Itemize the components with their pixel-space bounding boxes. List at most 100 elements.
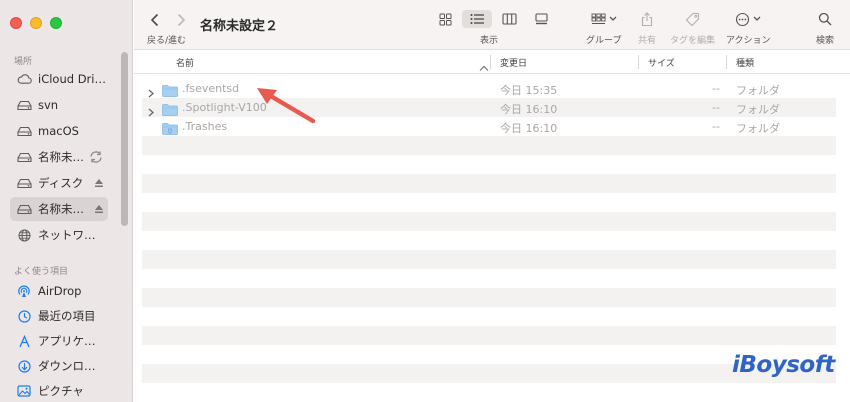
list-icon bbox=[470, 14, 484, 24]
sidebar-item-label: svn bbox=[38, 98, 59, 112]
column-divider[interactable] bbox=[490, 55, 491, 69]
empty-row bbox=[142, 212, 836, 231]
sidebar-item-untitled-1[interactable]: 名称未… bbox=[10, 145, 108, 169]
grid-icon bbox=[439, 13, 451, 25]
edit-tags-label: タグを編集 bbox=[670, 36, 716, 46]
sidebar-item-recents[interactable]: 最近の項目 bbox=[10, 304, 108, 328]
empty-row bbox=[142, 288, 836, 307]
sidebar-item-label: 名称未… bbox=[38, 202, 84, 216]
share-button[interactable]: 共有 bbox=[638, 10, 656, 46]
eject-icon[interactable] bbox=[94, 204, 104, 214]
file-size: -- bbox=[712, 101, 720, 114]
sidebar-item-label: ピクチャ bbox=[38, 384, 84, 398]
drive-icon bbox=[16, 202, 32, 216]
watermark-logo: iBoysoft bbox=[732, 352, 835, 378]
close-button[interactable] bbox=[10, 17, 22, 29]
sidebar-item-label: ダウンロ… bbox=[38, 359, 96, 373]
photo-icon bbox=[16, 384, 32, 398]
eject-icon[interactable] bbox=[94, 178, 104, 188]
sidebar-item-applications[interactable]: アプリケ… bbox=[10, 329, 108, 353]
file-kind: フォルダ bbox=[736, 84, 780, 97]
sidebar-item-disk[interactable]: ディスク bbox=[10, 171, 108, 195]
search-label: 検索 bbox=[816, 36, 835, 46]
action-button[interactable]: アクション bbox=[726, 10, 771, 46]
view-mode-group bbox=[430, 10, 556, 28]
file-name: .Trashes bbox=[182, 120, 228, 133]
file-kind: フォルダ bbox=[736, 103, 780, 116]
sidebar-item-label: ネットワ… bbox=[38, 228, 96, 242]
column-divider[interactable] bbox=[726, 55, 727, 69]
airdrop-icon bbox=[16, 284, 32, 298]
sort-chevron-icon[interactable] bbox=[479, 57, 489, 76]
sidebar-item-label: 最近の項目 bbox=[38, 309, 96, 323]
sidebar-item-label: ディスク bbox=[38, 176, 84, 190]
edit-tags-button[interactable]: タグを編集 bbox=[670, 10, 715, 46]
empty-row bbox=[142, 326, 836, 345]
table-row[interactable]: .Trashes 今日 16:10 -- フォルダ bbox=[142, 117, 836, 136]
window-title: 名称未設定２ bbox=[200, 19, 279, 34]
sidebar-item-label: アプリケ… bbox=[38, 334, 96, 348]
empty-row bbox=[142, 174, 836, 193]
column-name[interactable]: 名前 bbox=[176, 56, 194, 69]
column-modified[interactable]: 変更日 bbox=[500, 56, 527, 69]
clock-icon bbox=[16, 309, 32, 323]
sidebar-scrollbar[interactable] bbox=[121, 52, 128, 226]
chevron-down-icon bbox=[609, 16, 617, 21]
view-label: 表示 bbox=[480, 36, 499, 46]
share-label: 共有 bbox=[638, 36, 657, 46]
file-name: .Spotlight-V100 bbox=[182, 101, 267, 114]
group-button[interactable]: グループ bbox=[586, 10, 621, 46]
file-name: .fseventsd bbox=[182, 82, 240, 95]
table-row[interactable]: .fseventsd 今日 15:35 -- フォルダ bbox=[142, 79, 836, 98]
apps-icon bbox=[16, 334, 32, 348]
sidebar-item-airdrop[interactable]: AirDrop bbox=[10, 279, 108, 303]
column-view-button[interactable] bbox=[494, 10, 524, 28]
search-button[interactable]: 検索 bbox=[816, 10, 834, 46]
sidebar-item-downloads[interactable]: ダウンロ… bbox=[10, 354, 108, 378]
file-list: 名前 変更日 サイズ 種類 .fseventsd 今日 15:35 -- フォル… bbox=[134, 50, 850, 402]
file-size: -- bbox=[712, 82, 720, 95]
file-modified: 今日 16:10 bbox=[500, 122, 558, 135]
forward-button[interactable] bbox=[175, 12, 187, 27]
minimize-button[interactable] bbox=[30, 17, 42, 29]
gallery-view-button[interactable] bbox=[526, 10, 556, 28]
tag-icon bbox=[685, 12, 700, 26]
download-icon bbox=[16, 359, 32, 373]
drive-icon bbox=[16, 124, 32, 138]
sidebar: 場所 iCloud Dri… svn macOS 名称未… ディスク 名称未… … bbox=[0, 0, 133, 402]
nav-buttons bbox=[149, 12, 187, 27]
empty-row bbox=[142, 250, 836, 269]
sync-icon bbox=[88, 150, 104, 164]
list-view-button[interactable] bbox=[462, 10, 492, 28]
file-modified: 今日 16:10 bbox=[500, 103, 558, 116]
file-size: -- bbox=[712, 120, 720, 133]
drive-icon bbox=[16, 176, 32, 190]
sidebar-item-network[interactable]: ネットワ… bbox=[10, 223, 108, 247]
zoom-button[interactable] bbox=[50, 17, 62, 29]
sidebar-item-label: macOS bbox=[38, 124, 79, 138]
sidebar-item-svn[interactable]: svn bbox=[10, 93, 108, 117]
sidebar-item-label: iCloud Dri… bbox=[38, 72, 106, 86]
share-icon bbox=[641, 11, 653, 26]
column-header: 名前 変更日 サイズ 種類 bbox=[134, 50, 850, 74]
sidebar-item-untitled-2[interactable]: 名称未… bbox=[10, 197, 108, 221]
back-button[interactable] bbox=[149, 12, 161, 27]
column-kind[interactable]: 種類 bbox=[736, 56, 754, 69]
gallery-icon bbox=[534, 13, 548, 25]
sidebar-item-label: 名称未… bbox=[38, 150, 84, 164]
toolbar: 戻る/進む 名称未設定２ 表示 グループ 共有 タグを編集 アクション 検索 bbox=[134, 0, 850, 50]
columns-icon bbox=[501, 13, 517, 25]
sidebar-item-icloud[interactable]: iCloud Dri… bbox=[10, 67, 108, 91]
sidebar-section-favorites: よく使う項目 bbox=[14, 267, 69, 277]
drive-icon bbox=[16, 150, 32, 164]
table-row[interactable]: .Spotlight-V100 今日 16:10 -- フォルダ bbox=[142, 98, 836, 117]
file-kind: フォルダ bbox=[736, 122, 780, 135]
column-size[interactable]: サイズ bbox=[648, 56, 675, 69]
column-divider[interactable] bbox=[638, 55, 639, 69]
sidebar-item-pictures[interactable]: ピクチャ bbox=[10, 379, 108, 402]
sidebar-item-macos[interactable]: macOS bbox=[10, 119, 108, 143]
action-label: アクション bbox=[726, 36, 771, 46]
group-grid-icon bbox=[591, 13, 606, 24]
cloud-icon bbox=[16, 72, 32, 86]
icon-view-button[interactable] bbox=[430, 10, 460, 28]
